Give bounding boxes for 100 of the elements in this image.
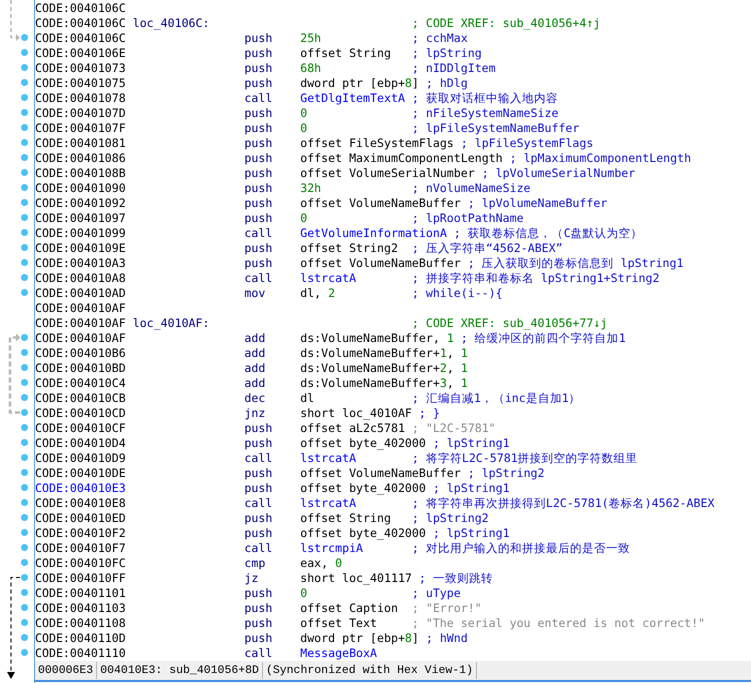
comment-text: ; lpVolumeSerialNumber: [482, 166, 636, 181]
address-text[interactable]: CODE:004010D9: [35, 451, 126, 466]
address-text[interactable]: CODE:004010F7: [35, 541, 126, 556]
address-text[interactable]: CODE:004010A8: [35, 271, 126, 286]
operand-text: lstrcatA: [300, 496, 356, 511]
comment-text: ; uType: [412, 586, 461, 601]
address-text[interactable]: CODE:004010E8: [35, 496, 126, 511]
comment-text: ; lpString1: [432, 436, 510, 451]
address-text[interactable]: CODE:004010FF: [35, 571, 126, 586]
address-text[interactable]: CODE:004010DE: [35, 466, 126, 481]
address-text[interactable]: CODE:00401078: [35, 91, 126, 106]
address-text[interactable]: CODE:004010B6: [35, 346, 126, 361]
mnemonic-text: push: [244, 466, 272, 481]
address-text[interactable]: CODE:00401075: [35, 76, 126, 91]
address-text[interactable]: CODE:004010CD: [35, 406, 126, 421]
comment-text: ; 将字符L2C-5781拼接到空的字符数组里: [412, 451, 638, 466]
mnemonic-text: push: [244, 151, 272, 166]
address-text[interactable]: CODE:00401108: [35, 616, 126, 631]
address-text[interactable]: CODE:004010AF: [35, 301, 126, 316]
comment-text: ; CODE XREF: sub_401056+4↑j: [412, 16, 600, 31]
address-text[interactable]: CODE:0040106C: [35, 16, 126, 31]
address-text[interactable]: CODE:0040109E: [35, 241, 126, 256]
operand-text: 68h: [300, 61, 322, 76]
operand-text: offset VolumeNameBuffer: [300, 466, 461, 481]
operand-text: ds:VolumeNameBuffer+2, 1: [300, 361, 468, 376]
operand-text: short loc_4010AF: [300, 406, 412, 421]
address-text[interactable]: CODE:0040106C: [35, 31, 126, 46]
operand-text: offset String: [300, 511, 391, 526]
comment-text: ; 对比用户输入的和拼接最后的是否一致: [412, 541, 630, 556]
operand-text: offset VolumeNameBuffer: [300, 256, 461, 271]
address-text[interactable]: CODE:004010D4: [35, 436, 126, 451]
mnemonic-text: jz: [244, 571, 258, 586]
mnemonic-text: call: [244, 541, 272, 556]
mnemonic-text: push: [244, 526, 272, 541]
address-text[interactable]: CODE:00401110: [35, 646, 126, 661]
address-text[interactable]: CODE:004010ED: [35, 511, 126, 526]
jump-arrow: [10, 0, 20, 41]
address-text[interactable]: CODE:004010AD: [35, 286, 126, 301]
address-text[interactable]: CODE:004010FC: [35, 556, 126, 571]
comment-text: ; 给缓冲区的前四个字符自加1: [460, 331, 626, 346]
address-text[interactable]: CODE:004010CF: [35, 421, 126, 436]
address-text[interactable]: CODE:00401081: [35, 136, 126, 151]
operand-text: offset byte_402000: [300, 526, 426, 541]
mnemonic-text: push: [244, 166, 272, 181]
mnemonic-text: call: [244, 91, 272, 106]
comment-text: ; }: [418, 406, 440, 421]
comment-text: ; nFileSystemNameSize: [412, 106, 558, 121]
address-text[interactable]: CODE:00401097: [35, 211, 126, 226]
operand-text: offset FileSystemFlags: [300, 136, 454, 151]
operand-text: offset String2: [300, 241, 398, 256]
address-text[interactable]: CODE:0040106E: [35, 46, 126, 61]
status-field: 000006E3: [35, 662, 98, 679]
comment-text: ; 获取对话框中输入地内容: [412, 91, 558, 106]
comment-text: ; 压入获取到的卷标信息到 lpString1: [468, 256, 684, 271]
comment-text: ; 将字符串再次拼接得到L2C-5781(卷标名)4562-ABEX: [412, 496, 714, 511]
address-text[interactable]: CODE:004010E3: [35, 481, 126, 496]
operand-text: 0: [300, 586, 308, 601]
operand-text: short loc_401117: [300, 571, 412, 586]
address-text[interactable]: CODE:00401099: [35, 226, 126, 241]
address-text[interactable]: CODE:004010F2: [35, 526, 126, 541]
address-text[interactable]: CODE:00401073: [35, 61, 126, 76]
mnemonic-text: push: [244, 61, 272, 76]
comment-text: ; "Error!": [412, 601, 482, 616]
address-text[interactable]: CODE:004010AF: [35, 316, 126, 331]
mnemonic-text: push: [244, 121, 272, 136]
address-text[interactable]: CODE:00401090: [35, 181, 126, 196]
mnemonic-text: dec: [244, 391, 266, 406]
mnemonic-text: call: [244, 451, 272, 466]
operand-text: offset Text: [300, 616, 377, 631]
mnemonic-text: push: [244, 211, 272, 226]
address-text[interactable]: CODE:0040106C: [35, 1, 126, 16]
operand-text: offset byte_402000: [300, 481, 426, 496]
address-text[interactable]: CODE:00401101: [35, 586, 126, 601]
mnemonic-text: add: [244, 346, 266, 361]
address-text[interactable]: CODE:004010A3: [35, 256, 126, 271]
address-text[interactable]: CODE:0040110D: [35, 631, 126, 646]
operand-text: dword ptr [ebp+8]: [300, 76, 419, 91]
mnemonic-text: push: [244, 76, 272, 91]
address-text[interactable]: CODE:004010AF: [35, 331, 126, 346]
comment-text: ; 汇编自减1，（inc是自加1）: [412, 391, 581, 406]
operand-text: GetDlgItemTextA: [300, 91, 405, 106]
operand-text: lstrcatA: [300, 271, 356, 286]
address-text[interactable]: CODE:004010CB: [35, 391, 126, 406]
comment-text: ; lpString: [412, 46, 482, 61]
comment-text: ; lpString2: [412, 511, 489, 526]
operand-text: ds:VolumeNameBuffer, 1: [300, 331, 454, 346]
comment-text: ; lpFileSystemNameBuffer: [412, 121, 580, 136]
operand-text: 25h: [300, 31, 322, 46]
address-text[interactable]: CODE:0040107F: [35, 121, 126, 136]
address-text[interactable]: CODE:0040107D: [35, 106, 126, 121]
operand-text: eax, 0: [300, 556, 342, 571]
address-text[interactable]: CODE:0040108B: [35, 166, 126, 181]
mnemonic-text: call: [244, 226, 272, 241]
address-text[interactable]: CODE:004010BD: [35, 361, 126, 376]
operand-text: offset byte_402000: [300, 436, 426, 451]
address-text[interactable]: CODE:00401103: [35, 601, 126, 616]
address-text[interactable]: CODE:00401092: [35, 196, 126, 211]
code-label: loc_40106C:: [132, 16, 210, 31]
address-text[interactable]: CODE:00401086: [35, 151, 126, 166]
address-text[interactable]: CODE:004010C4: [35, 376, 126, 391]
